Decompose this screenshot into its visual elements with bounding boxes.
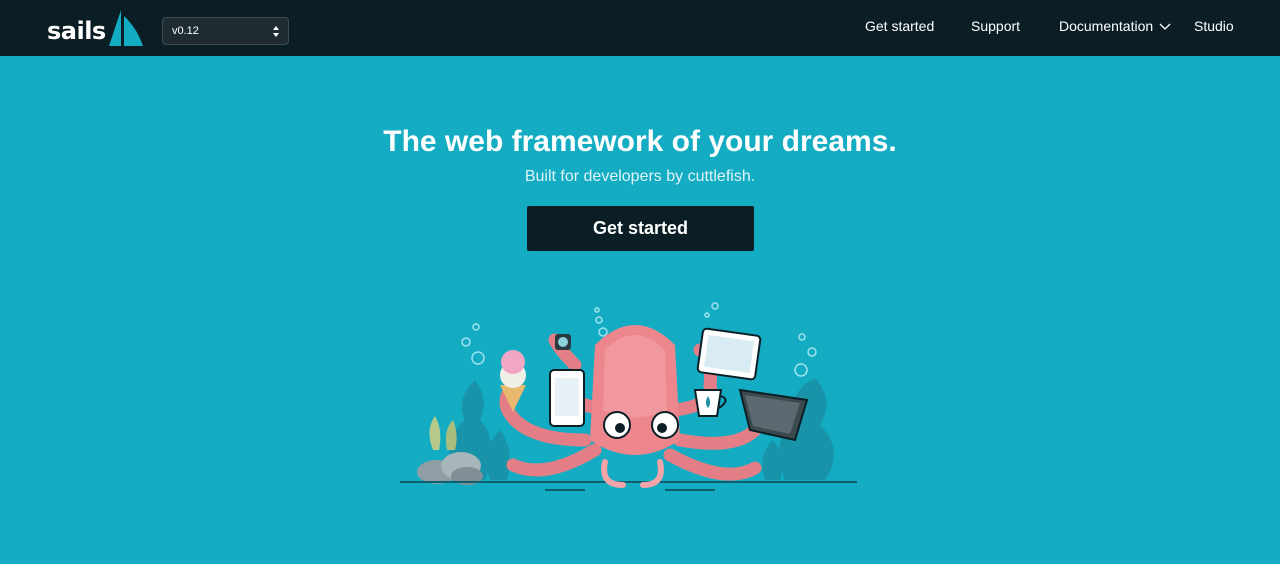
version-select-value: v0.12	[172, 25, 199, 37]
smartwatch-icon	[555, 334, 571, 350]
get-started-button[interactable]: Get started	[527, 206, 754, 251]
updown-arrows-icon	[273, 26, 279, 37]
version-select[interactable]: v0.12	[162, 17, 289, 45]
coffee-cup-icon	[693, 389, 727, 417]
hero-subtitle: Built for developers by cuttlefish.	[524, 168, 756, 185]
tablet-icon	[696, 327, 762, 381]
top-navbar: sails v0.12 Get started Support Document…	[0, 0, 1280, 56]
squid-illustration	[400, 302, 857, 491]
smartphone-icon	[549, 369, 585, 427]
hero-title: The web framework of your dreams.	[383, 125, 897, 158]
nav-support-link[interactable]: Support	[971, 17, 1020, 35]
chevron-down-icon	[1159, 23, 1171, 30]
sails-logo[interactable]: sails	[47, 8, 143, 46]
nav-documentation-label: Documentation	[1059, 18, 1154, 34]
squid-body	[590, 325, 680, 455]
logo-text: sails	[47, 17, 106, 45]
nav-studio-link[interactable]: Studio	[1194, 17, 1234, 35]
sailboat-icon	[108, 10, 143, 46]
nav-get-started-link[interactable]: Get started	[865, 17, 934, 35]
nav-documentation-dropdown[interactable]: Documentation	[1059, 17, 1171, 35]
